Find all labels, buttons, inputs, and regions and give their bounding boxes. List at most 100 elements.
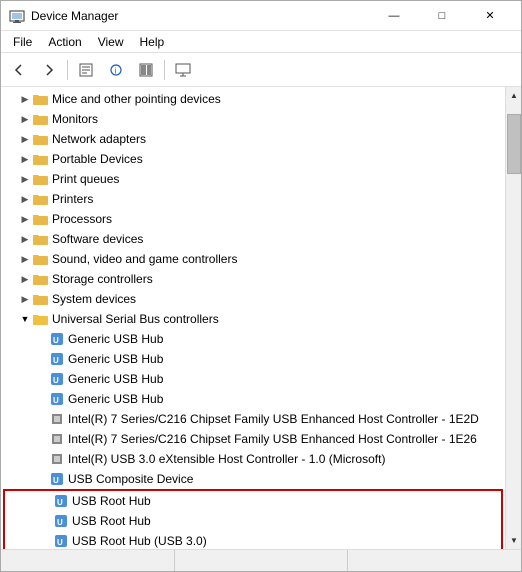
folder-icon [33,291,49,307]
folder-icon [33,211,49,227]
tree-item-portable[interactable]: ▶ Portable Devices [1,149,505,169]
expand-usb-controllers[interactable]: ▼ [17,311,33,327]
toolbar-separator-1 [67,60,68,80]
tree-item-system[interactable]: ▶ System devices [1,289,505,309]
usb-icon: U [53,513,69,529]
expand-software[interactable]: ▶ [17,231,33,247]
expand-storage[interactable]: ▶ [17,271,33,287]
svg-text:U: U [53,336,59,345]
item-label: Intel(R) USB 3.0 eXtensible Host Control… [68,452,385,466]
folder-icon [33,231,49,247]
scroll-down-button[interactable]: ▼ [506,532,521,549]
item-label: Printers [52,192,93,206]
back-icon [12,63,26,77]
usb-icon: U [49,351,65,367]
tree-item-usb-composite[interactable]: ▶ U USB Composite Device [1,469,505,489]
status-bar [1,549,521,571]
menu-help[interactable]: Help [132,33,173,51]
item-label: Generic USB Hub [68,392,163,406]
forward-button[interactable] [35,57,63,83]
expand-portable[interactable]: ▶ [17,151,33,167]
expand-processors[interactable]: ▶ [17,211,33,227]
scroll-track[interactable] [506,104,521,532]
tree-item-intel-1e26[interactable]: ▶ Intel(R) 7 Series/C216 Chipset Family … [1,429,505,449]
tree-item-software[interactable]: ▶ Software devices [1,229,505,249]
tree-item-generic-hub-4[interactable]: ▶ U Generic USB Hub [1,389,505,409]
expand-monitors[interactable]: ▶ [17,111,33,127]
svg-text:U: U [57,518,63,527]
item-label: Processors [52,212,112,226]
svg-text:U: U [53,376,59,385]
back-button[interactable] [5,57,33,83]
folder-open-icon [33,311,49,327]
menu-file[interactable]: File [5,33,40,51]
item-label: Generic USB Hub [68,372,163,386]
tree-item-monitors[interactable]: ▶ Monitors [1,109,505,129]
tree-item-generic-hub-2[interactable]: ▶ U Generic USB Hub [1,349,505,369]
item-label: Intel(R) 7 Series/C216 Chipset Family US… [68,412,479,426]
svg-text:U: U [57,538,63,547]
item-label: USB Root Hub (USB 3.0) [72,534,207,548]
properties-button[interactable] [72,57,100,83]
expand-sound[interactable]: ▶ [17,251,33,267]
tree-item-generic-hub-1[interactable]: ▶ U Generic USB Hub [1,329,505,349]
app-icon [9,8,25,24]
svg-text:U: U [53,476,59,485]
item-label: Software devices [52,232,143,246]
vertical-scrollbar[interactable]: ▲ ▼ [505,87,521,549]
svg-text:U: U [53,396,59,405]
item-label: USB Composite Device [68,472,193,486]
tree-view[interactable]: ▶ Mice and other pointing devices ▶ Moni… [1,87,505,549]
tree-item-storage[interactable]: ▶ Storage controllers [1,269,505,289]
disable-button[interactable] [132,57,160,83]
folder-icon [33,191,49,207]
tree-item-usb-root-hub-3[interactable]: ▶ U USB Root Hub (USB 3.0) [5,531,501,549]
chip-icon [49,451,65,467]
expand-network[interactable]: ▶ [17,131,33,147]
tree-item-usb-root-hub-1[interactable]: ▶ U USB Root Hub [5,491,501,511]
chip-icon [49,411,65,427]
tree-item-network[interactable]: ▶ Network adapters [1,129,505,149]
usb-icon: U [53,533,69,549]
tree-item-printers[interactable]: ▶ Printers [1,189,505,209]
scroll-thumb[interactable] [507,114,521,174]
update-icon: i [109,63,123,77]
folder-icon [33,131,49,147]
close-button[interactable]: ✕ [467,1,513,31]
tree-item-sound[interactable]: ▶ Sound, video and game controllers [1,249,505,269]
tree-item-usb-root-hub-2[interactable]: ▶ U USB Root Hub [5,511,501,531]
item-label: Intel(R) 7 Series/C216 Chipset Family US… [68,432,477,446]
disable-icon [139,63,153,77]
tree-item-usb-controllers[interactable]: ▼ Universal Serial Bus controllers [1,309,505,329]
tree-item-printqueues[interactable]: ▶ Print queues [1,169,505,189]
tree-item-intel-usb3[interactable]: ▶ Intel(R) USB 3.0 eXtensible Host Contr… [1,449,505,469]
maximize-button[interactable]: □ [419,1,465,31]
usb-icon: U [49,331,65,347]
menu-view[interactable]: View [90,33,132,51]
tree-item-intel-1e2d[interactable]: ▶ Intel(R) 7 Series/C216 Chipset Family … [1,409,505,429]
expand-system[interactable]: ▶ [17,291,33,307]
toolbar: i [1,53,521,87]
expand-printqueues[interactable]: ▶ [17,171,33,187]
expand-printers[interactable]: ▶ [17,191,33,207]
scroll-up-button[interactable]: ▲ [506,87,521,104]
display-button[interactable] [169,57,197,83]
tree-item-mice[interactable]: ▶ Mice and other pointing devices [1,89,505,109]
status-section-2 [175,550,349,571]
update-driver-button[interactable]: i [102,57,130,83]
item-label: Sound, video and game controllers [52,252,237,266]
usb-icon: U [49,471,65,487]
item-label: Portable Devices [52,152,143,166]
tree-item-processors[interactable]: ▶ Processors [1,209,505,229]
status-section-1 [1,550,175,571]
item-label: Generic USB Hub [68,332,163,346]
tree-item-generic-hub-3[interactable]: ▶ U Generic USB Hub [1,369,505,389]
menu-bar: File Action View Help [1,31,521,53]
menu-action[interactable]: Action [40,33,89,51]
expand-mice[interactable]: ▶ [17,91,33,107]
display-icon [175,63,191,77]
title-text: Device Manager [31,9,118,23]
item-label: USB Root Hub [72,494,151,508]
svg-text:U: U [57,498,63,507]
minimize-button[interactable]: — [371,1,417,31]
